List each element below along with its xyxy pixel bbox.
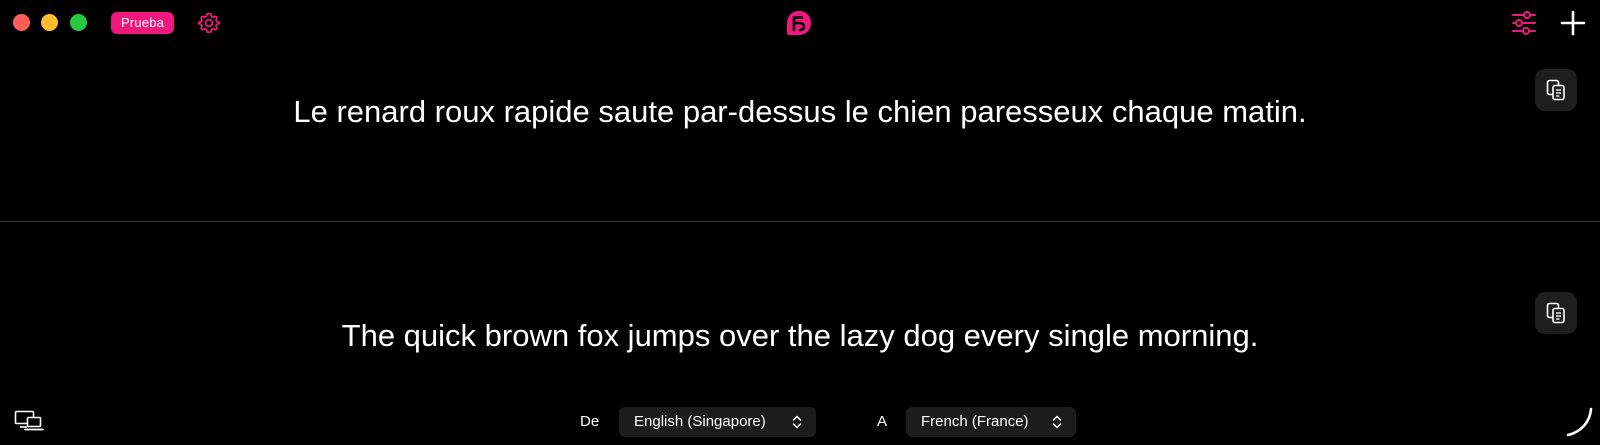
from-language-value: English (Singapore) [634,413,766,430]
app-logo-icon [787,11,811,35]
to-language-label: A [877,413,888,430]
source-text-pane: The quick brown fox jumps over the lazy … [0,222,1600,400]
translator-window: Prueba Le renard roux rapide saute par-d… [0,0,1600,445]
from-language-label: De [580,413,600,430]
close-window-button[interactable] [13,14,30,31]
copy-icon [1546,79,1565,101]
gear-icon[interactable] [197,11,221,35]
devices-icon[interactable] [14,410,44,432]
copy-translation-button[interactable] [1535,69,1577,111]
plus-icon[interactable] [1559,9,1587,37]
title-bar: Prueba [0,0,1600,46]
source-text[interactable]: The quick brown fox jumps over the lazy … [0,318,1600,354]
bottom-bar: De English (Singapore) A French (France) [0,400,1600,445]
chevron-updown-icon [792,415,802,429]
sliders-icon[interactable] [1511,10,1537,36]
to-language-select[interactable]: French (France) [906,407,1076,437]
arc-icon[interactable] [1564,406,1594,438]
copy-source-button[interactable] [1535,292,1577,334]
chevron-updown-icon [1052,415,1062,429]
to-language-value: French (France) [921,413,1029,430]
target-text-pane: Le renard roux rapide saute par-dessus l… [0,46,1600,221]
translated-text[interactable]: Le renard roux rapide saute par-dessus l… [0,94,1600,130]
from-language-select[interactable]: English (Singapore) [619,407,816,437]
trial-badge[interactable]: Prueba [111,12,175,34]
copy-icon [1546,302,1565,324]
maximize-window-button[interactable] [70,14,87,31]
minimize-window-button[interactable] [41,14,58,31]
